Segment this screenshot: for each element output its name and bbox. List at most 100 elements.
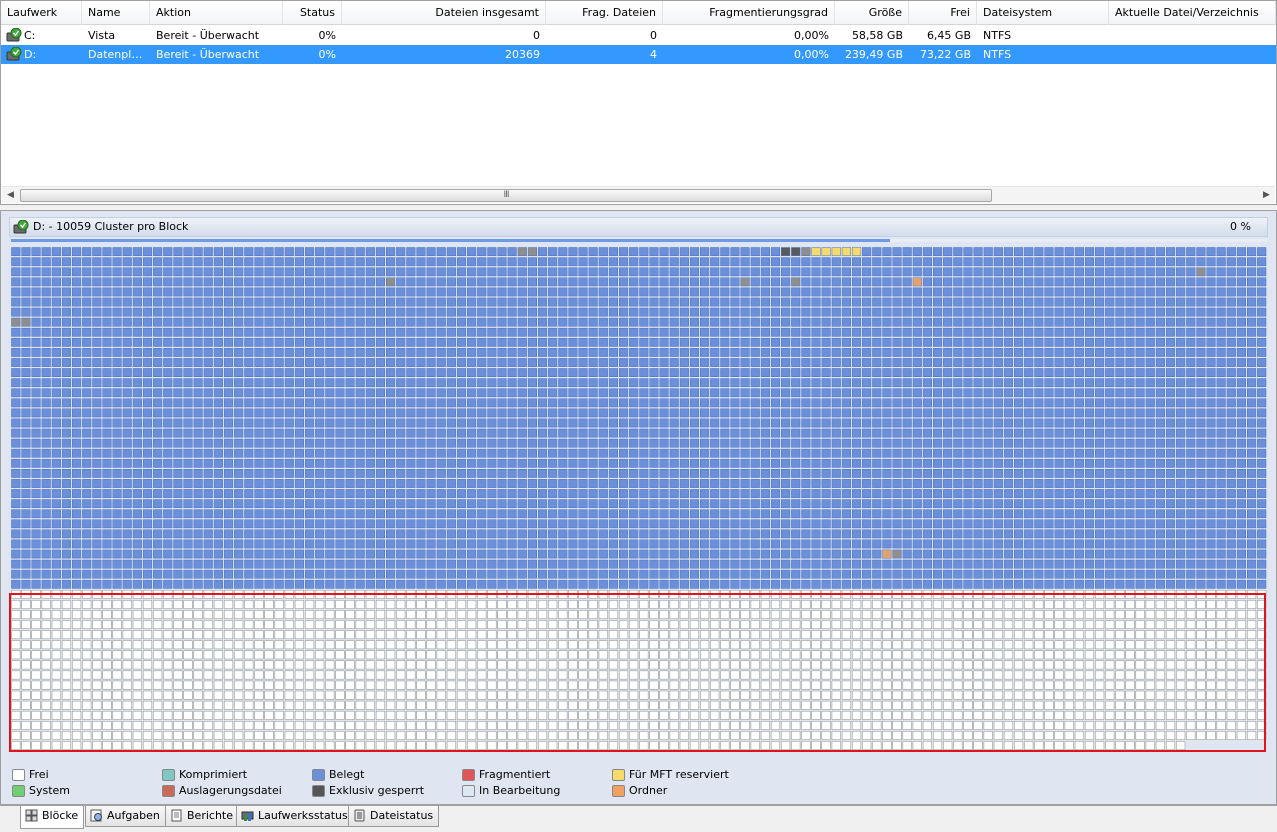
block-used[interactable] bbox=[477, 458, 487, 468]
block-free[interactable] bbox=[1145, 600, 1155, 609]
block-used[interactable] bbox=[760, 388, 770, 398]
block-used[interactable] bbox=[345, 277, 355, 287]
block-used[interactable] bbox=[284, 277, 294, 287]
block-free[interactable] bbox=[851, 589, 862, 599]
block-used[interactable] bbox=[912, 479, 922, 488]
block-used[interactable] bbox=[386, 388, 396, 398]
block-free[interactable] bbox=[770, 589, 781, 599]
block-used[interactable] bbox=[345, 337, 355, 347]
block-used[interactable] bbox=[973, 509, 983, 519]
block-free[interactable] bbox=[51, 630, 61, 640]
block-used[interactable] bbox=[598, 317, 608, 327]
block-used[interactable] bbox=[163, 479, 173, 488]
block-used[interactable] bbox=[1115, 267, 1125, 277]
block-used[interactable] bbox=[335, 408, 345, 418]
block-used[interactable] bbox=[1084, 428, 1095, 438]
block-used[interactable] bbox=[477, 388, 487, 398]
block-used[interactable] bbox=[497, 388, 507, 398]
block-used[interactable] bbox=[781, 408, 791, 418]
block-used[interactable] bbox=[1074, 247, 1084, 257]
block-used[interactable] bbox=[912, 559, 922, 569]
block-used[interactable] bbox=[669, 458, 679, 468]
block-used[interactable] bbox=[781, 257, 791, 267]
block-used[interactable] bbox=[932, 579, 943, 589]
block-used[interactable] bbox=[639, 479, 649, 488]
block-used[interactable] bbox=[710, 519, 720, 529]
block-used[interactable] bbox=[264, 438, 274, 448]
block-used[interactable] bbox=[1206, 388, 1216, 398]
block-used[interactable] bbox=[507, 388, 517, 398]
block-used[interactable] bbox=[193, 579, 203, 589]
block-free[interactable] bbox=[781, 630, 791, 640]
block-free[interactable] bbox=[1176, 620, 1186, 629]
block-used[interactable] bbox=[386, 408, 396, 418]
block-used[interactable] bbox=[1024, 509, 1034, 519]
block-used[interactable] bbox=[1003, 428, 1014, 438]
block-used[interactable] bbox=[112, 307, 122, 317]
block-used[interactable] bbox=[51, 519, 61, 529]
block-used[interactable] bbox=[284, 479, 294, 488]
block-used[interactable] bbox=[649, 307, 659, 317]
block-used[interactable] bbox=[264, 378, 274, 388]
block-used[interactable] bbox=[1003, 438, 1014, 448]
block-free[interactable] bbox=[1054, 620, 1064, 629]
column-header-current-file[interactable]: Aktuelle Datei/Verzeichnis bbox=[1109, 1, 1276, 25]
block-used[interactable] bbox=[1226, 368, 1236, 377]
block-used[interactable] bbox=[1155, 479, 1165, 488]
block-used[interactable] bbox=[851, 569, 862, 579]
block-used[interactable] bbox=[963, 368, 973, 377]
block-used[interactable] bbox=[851, 469, 862, 478]
block-free[interactable] bbox=[102, 640, 112, 650]
block-free[interactable] bbox=[1226, 630, 1236, 640]
block-used[interactable] bbox=[82, 408, 92, 418]
block-used[interactable] bbox=[213, 247, 223, 257]
block-used[interactable] bbox=[943, 267, 953, 277]
block-used[interactable] bbox=[872, 398, 882, 408]
block-used[interactable] bbox=[669, 358, 679, 367]
block-used[interactable] bbox=[953, 438, 963, 448]
block-used[interactable] bbox=[315, 509, 325, 519]
block-used[interactable] bbox=[497, 519, 507, 529]
block-used[interactable] bbox=[1165, 378, 1176, 388]
block-used[interactable] bbox=[82, 448, 92, 458]
block-used[interactable] bbox=[467, 408, 477, 418]
block-used[interactable] bbox=[51, 529, 61, 539]
block-free[interactable] bbox=[355, 589, 365, 599]
block-used[interactable] bbox=[153, 297, 163, 307]
block-used[interactable] bbox=[1186, 408, 1196, 418]
block-used[interactable] bbox=[467, 307, 477, 317]
block-used[interactable] bbox=[1024, 408, 1034, 418]
block-free[interactable] bbox=[51, 620, 61, 629]
block-used[interactable] bbox=[1115, 509, 1125, 519]
block-used[interactable] bbox=[700, 297, 710, 307]
block-used[interactable] bbox=[193, 337, 203, 347]
block-used[interactable] bbox=[639, 378, 649, 388]
block-used[interactable] bbox=[1105, 378, 1115, 388]
block-used[interactable] bbox=[31, 348, 41, 357]
block-used[interactable] bbox=[1226, 277, 1236, 287]
block-free[interactable] bbox=[1024, 600, 1034, 609]
block-used[interactable] bbox=[1257, 297, 1267, 307]
block-free[interactable] bbox=[932, 620, 943, 629]
block-used[interactable] bbox=[426, 499, 436, 509]
block-used[interactable] bbox=[153, 317, 163, 327]
block-used[interactable] bbox=[1054, 287, 1064, 297]
block-used[interactable] bbox=[943, 408, 953, 418]
block-used[interactable] bbox=[406, 348, 416, 357]
block-used[interactable] bbox=[1054, 337, 1064, 347]
block-used[interactable] bbox=[173, 539, 183, 549]
block-used[interactable] bbox=[1074, 579, 1084, 589]
block-used[interactable] bbox=[821, 428, 831, 438]
block-free[interactable] bbox=[142, 620, 153, 629]
block-used[interactable] bbox=[1095, 368, 1105, 377]
block-used[interactable] bbox=[882, 448, 892, 458]
block-used[interactable] bbox=[456, 509, 467, 519]
block-used[interactable] bbox=[355, 428, 365, 438]
block-free[interactable] bbox=[132, 610, 142, 619]
block-used[interactable] bbox=[760, 297, 770, 307]
block-free[interactable] bbox=[679, 640, 689, 650]
block-used[interactable] bbox=[537, 327, 548, 337]
block-used[interactable] bbox=[142, 428, 153, 438]
block-used[interactable] bbox=[629, 418, 639, 428]
block-used[interactable] bbox=[578, 549, 588, 559]
